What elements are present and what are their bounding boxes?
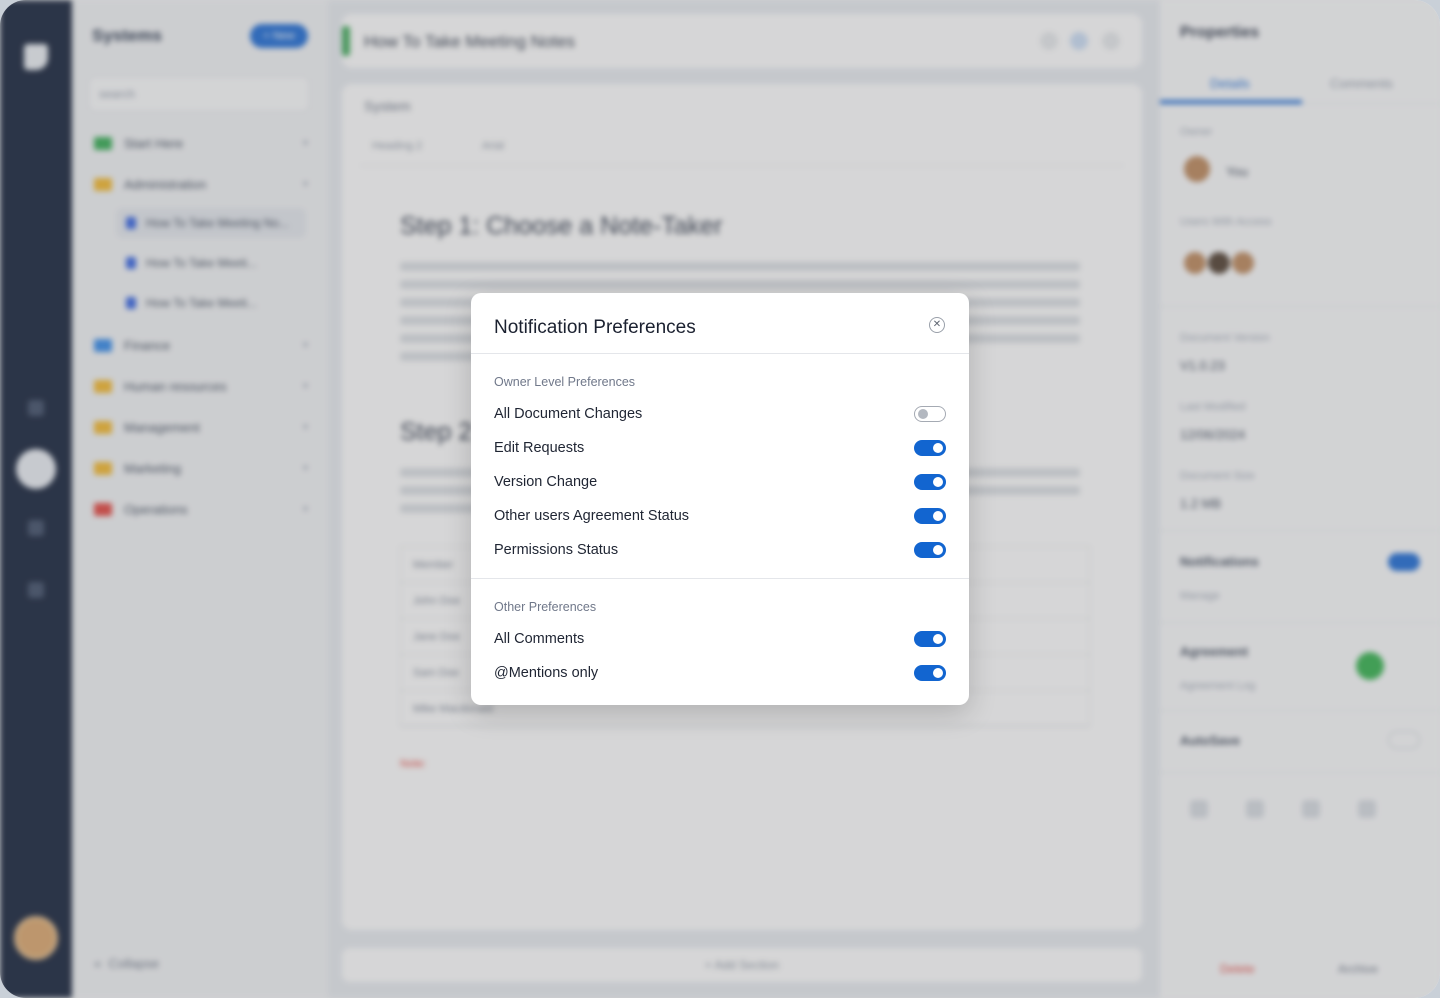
pref-label: Edit Requests [494,440,585,456]
toggle-knob [933,668,943,678]
pref-row-version-change: Version Change [494,470,946,494]
agreement-status-toggle[interactable] [914,508,946,524]
all-document-changes-toggle[interactable] [914,406,946,422]
pref-row-agreement-status: Other users Agreement Status [494,504,946,528]
toggle-knob [933,511,943,521]
pref-row-edit-requests: Edit Requests [494,436,946,460]
toggle-knob [933,545,943,555]
mentions-only-toggle[interactable] [914,665,946,681]
owner-preferences-section: Owner Level Preferences All Document Cha… [471,354,969,579]
pref-label: All Document Changes [494,406,643,422]
permissions-status-toggle[interactable] [914,542,946,558]
pref-row-mentions-only: @Mentions only [494,661,946,685]
edit-requests-toggle[interactable] [914,440,946,456]
toggle-knob [918,409,928,419]
modal-title: Notification Preferences [494,317,696,338]
other-preferences-section: Other Preferences All Comments @Mentions… [471,579,969,705]
pref-row-all-comments: All Comments [494,627,946,651]
pref-label: All Comments [494,631,585,647]
section-label: Other Preferences [494,600,597,614]
pref-row-permissions-status: Permissions Status [494,538,946,562]
pref-row-all-document-changes: All Document Changes [494,402,946,426]
toggle-knob [933,443,943,453]
notification-preferences-modal: Notification Preferences ✕ Owner Level P… [471,293,969,705]
section-label: Owner Level Preferences [494,375,636,389]
pref-label: Other users Agreement Status [494,508,690,524]
toggle-knob [933,634,943,644]
all-comments-toggle[interactable] [914,631,946,647]
pref-label: @Mentions only [494,665,599,681]
modal-header: Notification Preferences ✕ [471,293,969,354]
pref-label: Version Change [494,474,598,490]
pref-label: Permissions Status [494,542,619,558]
toggle-knob [933,477,943,487]
close-icon[interactable]: ✕ [929,317,945,333]
app-window: Systems + New search Start Here ▾ Admini… [0,0,1440,998]
version-change-toggle[interactable] [914,474,946,490]
